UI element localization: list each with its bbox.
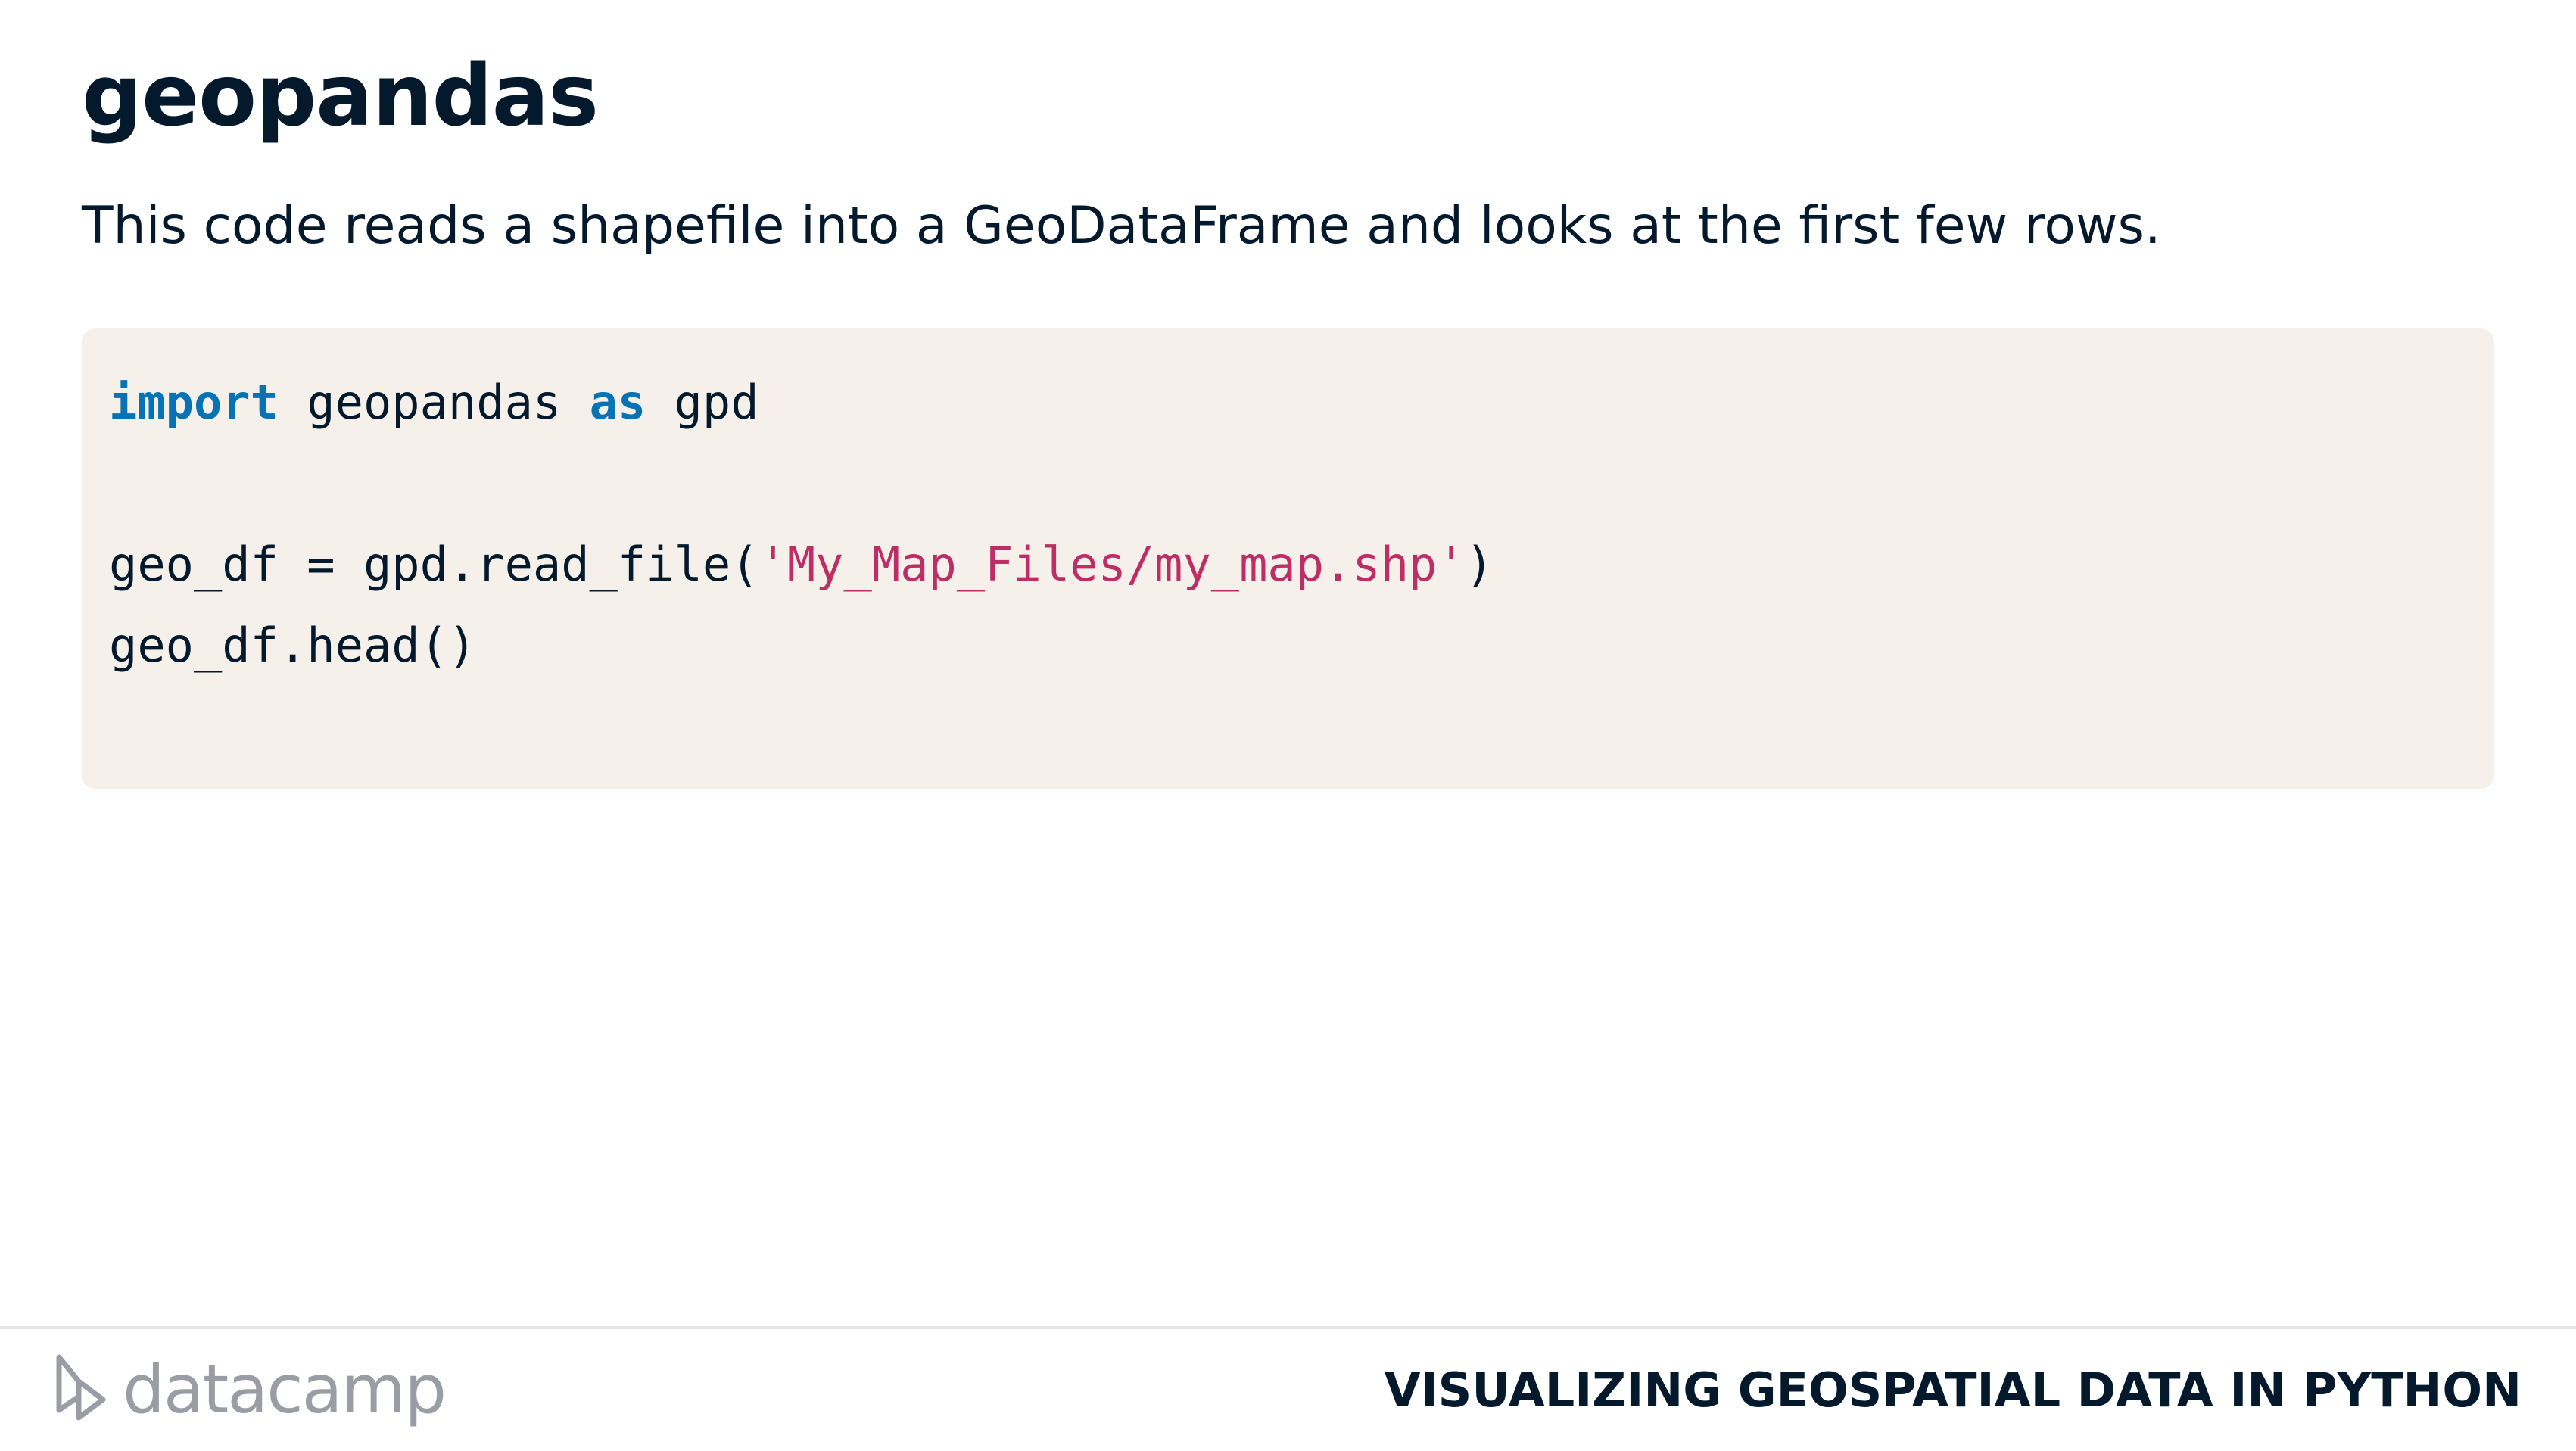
slide-subtitle: This code reads a shapefile into a GeoDa… — [82, 196, 2161, 256]
code-keyword-as: as — [589, 375, 646, 430]
code-alias: gpd — [646, 375, 759, 430]
code-module-name: geopandas — [278, 375, 590, 430]
code-line-head: geo_df.head() — [109, 618, 477, 673]
code-string-path: 'My_Map_Files/my_map.shp' — [758, 537, 1466, 592]
code-line-read-file: geo_df = gpd.read_file('My_Map_Files/my_… — [109, 524, 2494, 605]
slide-title: geopandas — [82, 47, 599, 145]
code-keyword-import: import — [109, 375, 279, 430]
datacamp-logo-icon — [56, 1354, 106, 1421]
code-block: import geopandas as gpd geo_df = gpd.rea… — [82, 328, 2494, 789]
code-close-paren: ) — [1465, 537, 1494, 592]
code-line-import: import geopandas as gpd — [109, 362, 2494, 443]
footer-divider — [0, 1326, 2576, 1329]
datacamp-logo: datacamp — [53, 1347, 447, 1431]
course-title: VISUALIZING GEOSPATIAL DATA IN PYTHON — [1384, 1362, 2521, 1418]
code-read-file-call: geo_df = gpd.read_file( — [109, 537, 759, 592]
datacamp-logo-text: datacamp — [123, 1350, 447, 1428]
